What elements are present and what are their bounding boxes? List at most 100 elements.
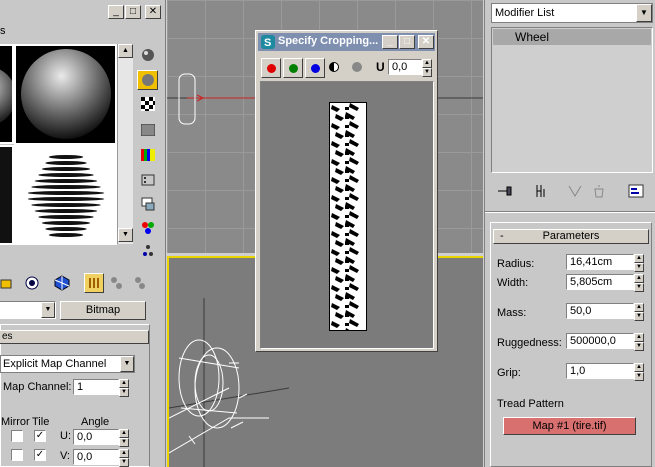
modifier-stack: Wheel	[491, 27, 653, 173]
maximize-button[interactable]: □	[125, 5, 141, 19]
map-channel-spinner[interactable]: ▲ ▼	[119, 379, 129, 397]
map-name-dropdown[interactable]: ▼	[0, 301, 56, 319]
remove-modifier-icon[interactable]	[591, 183, 607, 199]
v-mirror-checkbox[interactable]	[11, 449, 23, 461]
coordinates-rollout: es Explicit Map Channel ▼ Map Channel: 1…	[0, 324, 150, 467]
minimize-button[interactable]: _	[382, 35, 398, 49]
select-by-material-icon[interactable]	[137, 218, 158, 238]
radius-label: Radius:	[497, 258, 535, 270]
tread-map-button[interactable]: Map #1 (tire.tif)	[503, 417, 636, 435]
options-icon[interactable]	[137, 194, 158, 214]
blue-channel-toggle[interactable]	[305, 58, 325, 78]
show-map-in-viewport-icon[interactable]	[84, 273, 104, 293]
u-angle-spinner[interactable]: ▲ ▼	[119, 429, 129, 447]
make-unique-icon[interactable]	[52, 273, 72, 293]
specify-cropping-dialog: S Specify Cropping... _ □ ✕ U 0,0 ▲ ▼	[255, 30, 438, 352]
close-button[interactable]: ✕	[418, 35, 434, 49]
green-channel-toggle[interactable]	[283, 58, 303, 78]
crop-dialog-toolbar: U 0,0 ▲ ▼	[258, 53, 435, 78]
ruggedness-label: Ruggedness:	[497, 337, 562, 349]
configure-modifier-sets-icon[interactable]	[627, 183, 645, 199]
pin-stack-icon[interactable]	[495, 183, 515, 199]
chevron-down-icon[interactable]: ▼	[636, 4, 652, 22]
width-spinner[interactable]: ▲ ▼	[634, 274, 644, 292]
video-color-check-icon[interactable]	[137, 145, 158, 165]
material-editor-window: _ □ ✕ s ▲ ▼ ▼ Bitmap es Explicit Map Cha…	[0, 0, 166, 467]
stack-item-wheel[interactable]: Wheel	[493, 29, 651, 45]
v-tile-checkbox[interactable]: ✓	[34, 449, 46, 461]
red-channel-toggle[interactable]	[261, 58, 281, 78]
width-label: Width:	[497, 277, 529, 289]
v-angle-input[interactable]: 0,0	[73, 449, 119, 465]
get-material-icon[interactable]	[0, 273, 16, 293]
minimize-button[interactable]: _	[108, 5, 124, 19]
tile-header: Tile	[32, 416, 50, 428]
mapping-type-dropdown[interactable]: Explicit Map Channel ▼	[0, 355, 135, 373]
sample-slot-4-selected[interactable]	[14, 145, 117, 245]
parameters-rollout-header[interactable]: - Parameters	[493, 229, 649, 244]
alpha-toggle-icon[interactable]	[352, 62, 362, 72]
u-angle-input[interactable]: 0,0	[73, 429, 119, 445]
crop-preview-area[interactable]	[260, 81, 434, 349]
scroll-down-button[interactable]: ▼	[118, 228, 133, 242]
u-mirror-checkbox[interactable]	[11, 430, 23, 442]
u-offset-input[interactable]: 0,0	[388, 59, 422, 75]
make-preview-icon[interactable]	[137, 170, 158, 190]
max-logo-icon: S	[261, 35, 275, 49]
coordinates-rollout-header[interactable]: es	[0, 330, 149, 344]
map-type-button[interactable]: Bitmap	[60, 301, 146, 320]
parameters-title: Parameters	[542, 230, 600, 242]
u-offset-spinner[interactable]: ▲ ▼	[422, 59, 432, 77]
backlight-icon[interactable]	[137, 70, 158, 90]
v-label: V:	[60, 450, 70, 462]
scroll-up-button[interactable]: ▲	[118, 44, 133, 58]
tread-pattern-label: Tread Pattern	[497, 398, 564, 410]
mono-toggle-icon[interactable]	[329, 62, 339, 72]
angle-header: Angle	[81, 416, 110, 428]
background-checker-icon[interactable]	[137, 94, 158, 114]
mass-input[interactable]: 50,0	[566, 303, 634, 319]
crop-dialog-titlebar[interactable]: S Specify Cropping... _ □ ✕	[258, 33, 435, 51]
material-editor-menubar: s	[0, 24, 165, 40]
sample-type-icon[interactable]	[137, 45, 158, 65]
radius-spinner[interactable]: ▲ ▼	[634, 254, 644, 272]
svg-text:S: S	[264, 37, 271, 49]
go-forward-to-sibling-icon[interactable]	[130, 273, 150, 293]
grip-spinner[interactable]: ▲ ▼	[634, 363, 644, 381]
grip-input[interactable]: 1,0	[566, 363, 634, 379]
reset-map-icon[interactable]	[22, 273, 42, 293]
show-end-result-icon[interactable]	[533, 183, 549, 199]
sample-slot-3[interactable]	[0, 145, 14, 245]
grip-label: Grip:	[497, 367, 521, 379]
menu-item-partial[interactable]: s	[0, 25, 6, 37]
map-channel-input[interactable]: 1	[73, 379, 119, 395]
ruggedness-spinner[interactable]: ▲ ▼	[634, 333, 644, 351]
mapping-type-value: Explicit Map Channel	[3, 358, 107, 370]
chevron-down-icon[interactable]: ▼	[120, 356, 134, 372]
go-to-parent-icon[interactable]	[106, 273, 126, 293]
modifier-list-dropdown[interactable]: Modifier List ▼	[491, 3, 653, 23]
u-tile-checkbox[interactable]: ✓	[34, 430, 46, 442]
divider	[485, 211, 655, 213]
mass-spinner[interactable]: ▲ ▼	[634, 303, 644, 321]
make-unique-icon[interactable]	[567, 183, 583, 199]
ruggedness-input[interactable]: 500000,0	[566, 333, 634, 349]
material-navigator-icon[interactable]	[137, 241, 158, 261]
chevron-down-icon[interactable]: ▼	[41, 302, 55, 318]
v-angle-spinner[interactable]: ▲ ▼	[119, 449, 129, 467]
sample-uv-tiling-icon[interactable]	[137, 120, 158, 140]
maximize-button[interactable]: □	[399, 35, 415, 49]
parameters-rollout: - Parameters Radius: 16,41cm ▲ ▼ Width: 5…	[490, 222, 652, 467]
sample-slot-1[interactable]	[0, 44, 14, 144]
width-input[interactable]: 5,805cm	[566, 274, 634, 290]
tread-texture-image[interactable]	[329, 102, 367, 331]
mass-label: Mass:	[497, 307, 527, 319]
mirror-header: Mirror	[1, 416, 30, 428]
material-editor-titlebar: _ □ ✕	[0, 0, 165, 24]
red-dot-icon	[266, 63, 276, 73]
sample-slot-2[interactable]	[14, 44, 117, 145]
command-panel: Modifier List ▼ Wheel - Parameters Radiu…	[484, 0, 655, 467]
radius-input[interactable]: 16,41cm	[566, 254, 634, 270]
close-button[interactable]: ✕	[145, 5, 161, 19]
sample-slots-scrollbar[interactable]: ▲ ▼	[117, 44, 133, 244]
